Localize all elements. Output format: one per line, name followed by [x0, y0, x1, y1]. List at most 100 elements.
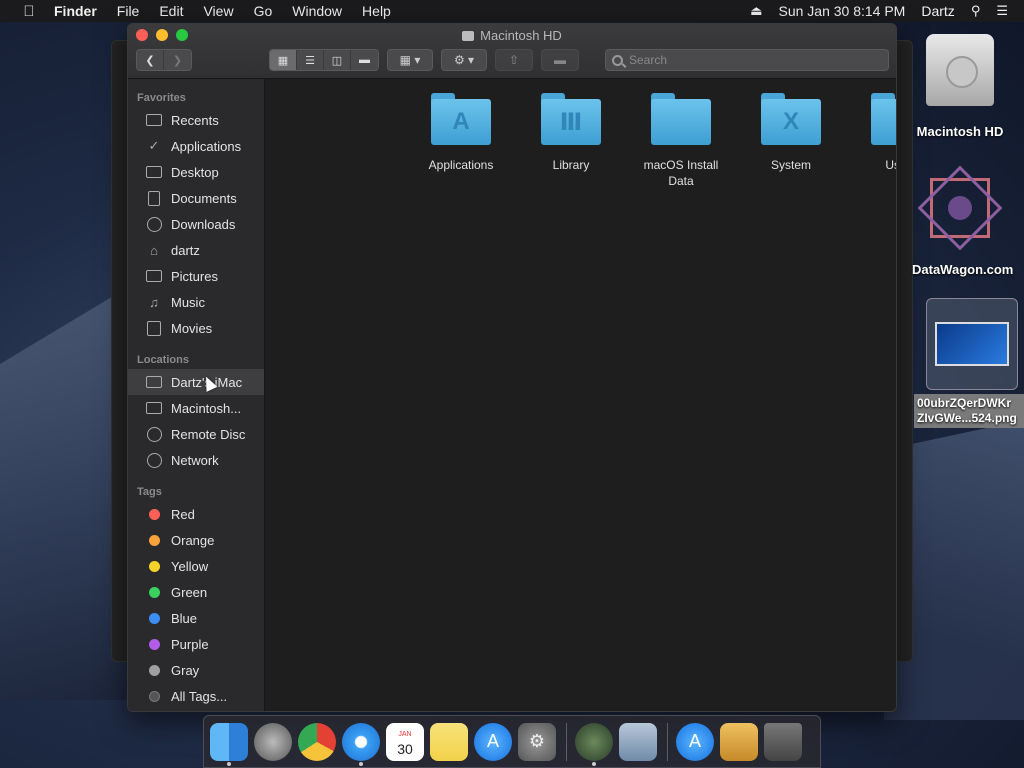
search-icon: [612, 54, 623, 66]
music-note-icon: ♫: [149, 294, 159, 310]
share-button[interactable]: ⇧: [495, 49, 533, 71]
menu-app-name[interactable]: Finder: [54, 0, 97, 22]
safari-compass-icon[interactable]: [342, 722, 380, 766]
launchpad-rocket-icon[interactable]: [254, 722, 292, 761]
eject-icon[interactable]: ⏏: [750, 0, 762, 22]
column-view-button[interactable]: ◫: [324, 50, 351, 70]
downloads-package-icon[interactable]: [720, 722, 758, 761]
user-menu[interactable]: Dartz: [921, 0, 954, 22]
view-mode-segment: ▦ ☰ ◫ ▬: [269, 49, 379, 71]
gallery-view-button[interactable]: ▬: [351, 50, 378, 70]
preview-icon[interactable]: [619, 722, 657, 761]
sidebar-tag-gray[interactable]: Gray: [128, 657, 264, 683]
tag-icon: ▬: [554, 53, 566, 67]
group-button[interactable]: ▦ ▾: [387, 49, 433, 71]
applications-folder-icon: A: [431, 93, 491, 145]
folder-library[interactable]: Ⅲ Library: [521, 85, 621, 173]
sidebar-item-downloads[interactable]: Downloads: [128, 211, 264, 237]
dock-separator: [667, 722, 668, 761]
sidebar-item-music[interactable]: ♫ Music: [128, 289, 264, 315]
app-store-icon[interactable]: A: [474, 722, 512, 761]
menu-view[interactable]: View: [203, 0, 233, 22]
film-icon: [146, 320, 162, 336]
folder-system[interactable]: X System: [741, 85, 841, 173]
sidebar-tag-orange[interactable]: Orange: [128, 527, 264, 553]
spotlight-search-icon[interactable]: ⚲: [971, 0, 981, 22]
sidebar-item-network[interactable]: Network: [128, 447, 264, 473]
folder-label: System: [770, 158, 811, 172]
system-preferences-gear-icon[interactable]: ⚙: [518, 722, 556, 761]
forward-button[interactable]: ❯: [164, 50, 191, 70]
tag-button[interactable]: ▬: [541, 49, 579, 71]
sidebar-tag-red[interactable]: Red: [128, 501, 264, 527]
sidebar-tag-purple[interactable]: Purple: [128, 631, 264, 657]
sidebar-item-label: Yellow: [171, 558, 209, 574]
hard-disk-icon: [926, 34, 994, 106]
menu-edit[interactable]: Edit: [159, 0, 183, 22]
chrome-icon[interactable]: [298, 722, 336, 761]
installer-icon[interactable]: [575, 722, 613, 766]
menu-file[interactable]: File: [117, 0, 140, 22]
sidebar-item-imac[interactable]: Dartz's iMac: [128, 369, 264, 395]
sidebar-tag-green[interactable]: Green: [128, 579, 264, 605]
sidebar-item-desktop[interactable]: Desktop: [128, 159, 264, 185]
sidebar-item-documents[interactable]: Documents: [128, 185, 264, 211]
sidebar-item-macintosh-hd[interactable]: Macintosh...: [128, 395, 264, 421]
sidebar-item-recents[interactable]: Recents: [128, 107, 264, 133]
purple-tag-dot-icon: [146, 636, 162, 652]
desktop-icon-png-file[interactable]: 00ubrZQerDWKr ZIvGWe...524.png: [914, 298, 1024, 428]
menu-window[interactable]: Window: [292, 0, 342, 22]
network-globe-icon: [146, 452, 162, 468]
red-tag-dot-icon: [146, 506, 162, 522]
sidebar-item-label: Network: [171, 452, 219, 468]
clock[interactable]: Sun Jan 30 8:14 PM: [778, 0, 905, 22]
sidebar-item-label: Documents: [171, 190, 237, 206]
folder-label: Applications: [428, 158, 494, 172]
search-input[interactable]: [629, 53, 869, 67]
sidebar-tag-yellow[interactable]: Yellow: [128, 553, 264, 579]
documents-icon: [146, 190, 162, 206]
folder-label: Users: [885, 158, 896, 172]
apple-menu-icon[interactable]: : [18, 3, 40, 20]
sidebar-item-label: Movies: [171, 320, 213, 336]
sidebar-all-tags[interactable]: All Tags...: [128, 683, 264, 709]
menu-help[interactable]: Help: [362, 0, 391, 22]
finder-icon[interactable]: [210, 722, 248, 766]
menu-go[interactable]: Go: [254, 0, 273, 22]
system-folder-icon: X: [761, 93, 821, 145]
sidebar-item-applications[interactable]: ✓ Applications: [128, 133, 264, 159]
icon-view-button[interactable]: ▦: [270, 50, 297, 70]
desktop-icon-datawagon[interactable]: DataWagon.com: [908, 165, 1024, 277]
notification-center-icon[interactable]: ☰: [996, 0, 1008, 22]
file-name-line-1: 00ubrZQerDWKr: [917, 396, 1012, 410]
sidebar-item-pictures[interactable]: Pictures: [128, 263, 264, 289]
menu-bar:  Finder File Edit View Go Window Help ⏏…: [0, 0, 1024, 22]
image-thumbnail-icon: [926, 298, 1018, 390]
folder-applications[interactable]: A Applications: [411, 85, 511, 173]
action-button[interactable]: ⚙ ▾: [441, 49, 487, 71]
notes-icon[interactable]: [430, 722, 468, 761]
green-tag-dot-icon: [146, 584, 162, 600]
folder-label: Library: [552, 158, 590, 172]
calendar-icon[interactable]: JAN 30: [386, 722, 424, 761]
sidebar-item-remote-disc[interactable]: Remote Disc: [128, 421, 264, 447]
search-field[interactable]: [605, 49, 889, 71]
calendar-day: 30: [397, 740, 413, 757]
camera-icon: [146, 268, 162, 284]
sidebar-item-label: Macintosh...: [171, 400, 242, 416]
applications-folder-stack-icon[interactable]: A: [676, 722, 714, 761]
folder-users[interactable]: ● Users: [851, 85, 896, 173]
sidebar-item-home[interactable]: ⌂ dartz: [128, 237, 264, 263]
folder-macos-install-data[interactable]: macOS Install Data: [631, 85, 731, 189]
desktop-icon-macintosh-hd[interactable]: Macintosh HD: [912, 34, 1008, 139]
share-icon: ⇧: [508, 53, 520, 67]
trash-icon[interactable]: [764, 722, 802, 761]
sidebar-tag-blue[interactable]: Blue: [128, 605, 264, 631]
title-bar: Macintosh HD ❮ ❯ ▦ ☰ ◫ ▬ ▦ ▾ ⚙ ▾ ⇧ ▬ Sea…: [128, 24, 896, 79]
sidebar-header-locations: Locations: [137, 354, 189, 366]
list-view-button[interactable]: ☰: [297, 50, 324, 70]
library-folder-icon: Ⅲ: [541, 93, 601, 145]
back-button[interactable]: ❮: [137, 50, 164, 70]
sidebar-item-label: Purple: [171, 636, 209, 652]
sidebar-item-movies[interactable]: Movies: [128, 315, 264, 341]
